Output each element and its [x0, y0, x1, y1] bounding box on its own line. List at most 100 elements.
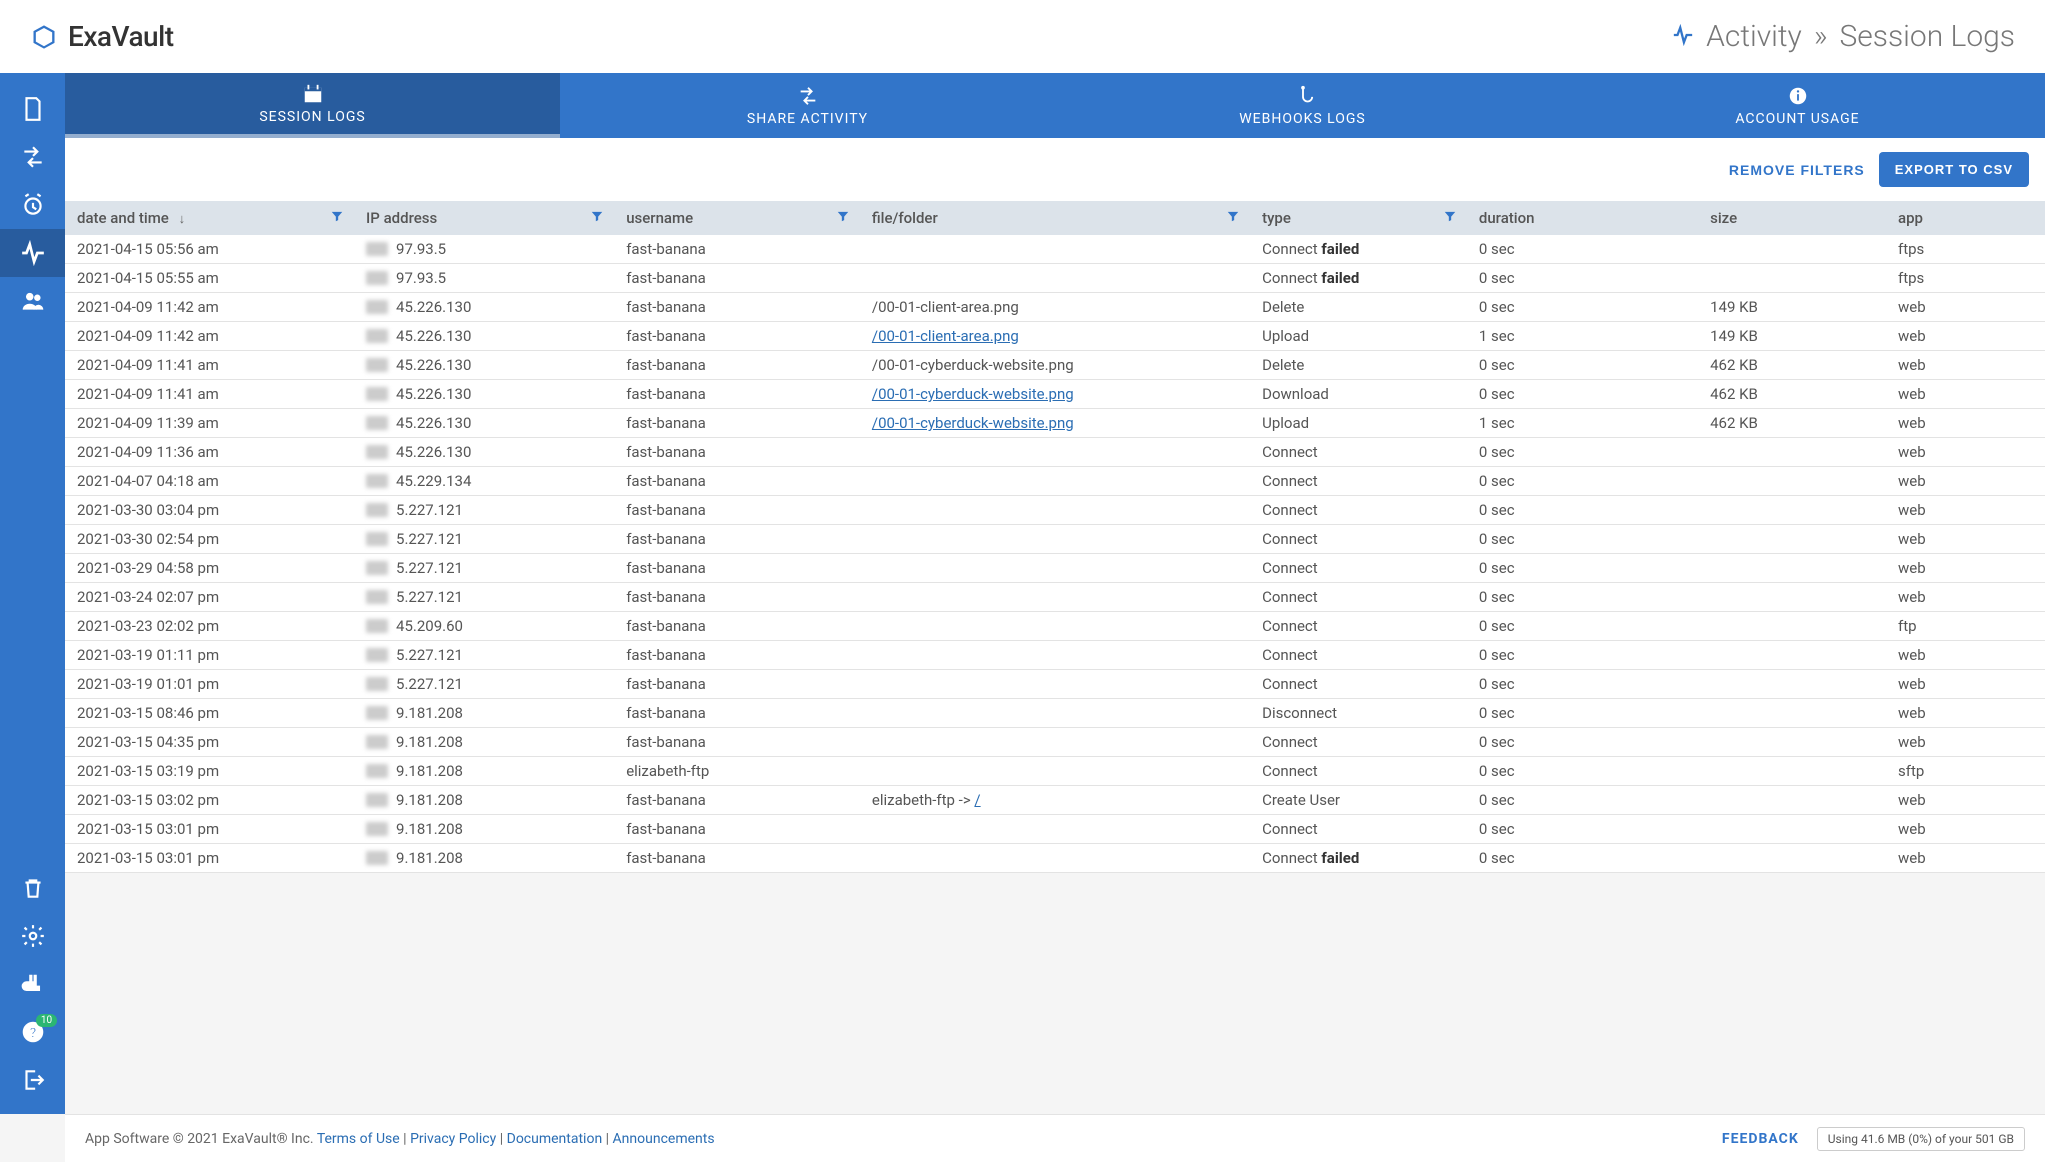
- table-row: 2021-03-15 03:01 pm9.181.208fast-bananaC…: [65, 815, 2045, 844]
- footer-right: FEEDBACK Using 41.6 MB (0%) of your 501 …: [1722, 1127, 2025, 1151]
- cell-file: /00-01-client-area.png: [860, 322, 1250, 351]
- nav-help[interactable]: 10 ?: [0, 1008, 65, 1056]
- table-row: 2021-04-07 04:18 am45.229.134fast-banana…: [65, 467, 2045, 496]
- sidebar: 10 ?: [0, 73, 65, 1114]
- cell-date: 2021-03-29 04:58 pm: [65, 554, 354, 583]
- ip-flag-icon: [366, 358, 388, 372]
- filter-icon[interactable]: [330, 209, 344, 227]
- nav-users[interactable]: [0, 277, 65, 325]
- nav-trash[interactable]: [0, 864, 65, 912]
- sort-desc-icon: ↓: [179, 212, 186, 227]
- cell-duration: 0 sec: [1467, 815, 1698, 844]
- cell-date: 2021-03-15 03:19 pm: [65, 757, 354, 786]
- col-app[interactable]: app: [1886, 201, 2045, 235]
- col-date[interactable]: date and time ↓: [65, 201, 354, 235]
- cell-username: fast-banana: [614, 293, 860, 322]
- cell-ip: 9.181.208: [354, 815, 614, 844]
- cell-username: fast-banana: [614, 409, 860, 438]
- ip-flag-icon: [366, 851, 388, 865]
- tab-account-usage[interactable]: ACCOUNT USAGE: [1550, 73, 2045, 138]
- cell-ip: 5.227.121: [354, 583, 614, 612]
- cell-username: fast-banana: [614, 467, 860, 496]
- cell-date: 2021-04-09 11:41 am: [65, 351, 354, 380]
- cell-username: fast-banana: [614, 699, 860, 728]
- filter-icon[interactable]: [590, 209, 604, 227]
- cell-date: 2021-03-15 04:35 pm: [65, 728, 354, 757]
- announcements-link[interactable]: Announcements: [613, 1131, 715, 1147]
- cell-app: web: [1886, 467, 2045, 496]
- cell-type: Connect: [1250, 554, 1467, 583]
- file-link[interactable]: /: [974, 791, 980, 809]
- cell-ip: 45.226.130: [354, 438, 614, 467]
- cell-app: web: [1886, 641, 2045, 670]
- cell-date: 2021-03-15 03:01 pm: [65, 815, 354, 844]
- cell-type: Upload: [1250, 409, 1467, 438]
- cell-file: [860, 525, 1250, 554]
- cell-type: Connect: [1250, 757, 1467, 786]
- nav-files[interactable]: [0, 85, 65, 133]
- cell-duration: 0 sec: [1467, 612, 1698, 641]
- cell-type: Connect: [1250, 583, 1467, 612]
- cell-ip: 9.181.208: [354, 699, 614, 728]
- logo[interactable]: ExaVault: [30, 20, 174, 53]
- footer: App Software © 2021 ExaVault® Inc. Terms…: [65, 1114, 2045, 1162]
- cell-username: fast-banana: [614, 728, 860, 757]
- terms-link[interactable]: Terms of Use: [317, 1131, 400, 1147]
- cell-app: web: [1886, 351, 2045, 380]
- col-type[interactable]: type: [1250, 201, 1467, 235]
- info-icon: [1787, 85, 1809, 107]
- privacy-link[interactable]: Privacy Policy: [410, 1131, 496, 1147]
- cell-date: 2021-03-30 02:54 pm: [65, 525, 354, 554]
- cell-size: [1698, 728, 1886, 757]
- cell-file: [860, 641, 1250, 670]
- cell-file: [860, 438, 1250, 467]
- cell-size: [1698, 235, 1886, 264]
- ip-flag-icon: [366, 706, 388, 720]
- nav-settings[interactable]: [0, 912, 65, 960]
- col-file[interactable]: file/folder: [860, 201, 1250, 235]
- file-link[interactable]: /00-01-client-area.png: [872, 327, 1019, 345]
- col-duration[interactable]: duration: [1467, 201, 1698, 235]
- cell-ip: 97.93.5: [354, 235, 614, 264]
- ip-flag-icon: [366, 619, 388, 633]
- docs-link[interactable]: Documentation: [507, 1131, 603, 1147]
- breadcrumb-activity: Activity: [1706, 19, 1802, 54]
- col-size[interactable]: size: [1698, 201, 1886, 235]
- filter-icon[interactable]: [1443, 209, 1457, 227]
- transfer-icon: [797, 85, 819, 107]
- cell-date: 2021-03-15 03:01 pm: [65, 844, 354, 873]
- cell-date: 2021-03-15 08:46 pm: [65, 699, 354, 728]
- hook-icon: [1292, 85, 1314, 107]
- nav-logout[interactable]: [0, 1056, 65, 1104]
- col-username[interactable]: username: [614, 201, 860, 235]
- cell-duration: 0 sec: [1467, 786, 1698, 815]
- filter-icon[interactable]: [836, 209, 850, 227]
- cell-date: 2021-03-30 03:04 pm: [65, 496, 354, 525]
- remove-filters-button[interactable]: REMOVE FILTERS: [1729, 162, 1865, 178]
- tab-session-logs[interactable]: SESSION LOGS: [65, 73, 560, 138]
- file-link[interactable]: /00-01-cyberduck-website.png: [872, 414, 1074, 432]
- storage-indicator: Using 41.6 MB (0%) of your 501 GB: [1817, 1127, 2025, 1151]
- cell-type: Connect failed: [1250, 235, 1467, 264]
- cell-size: 149 KB: [1698, 293, 1886, 322]
- activity-pulse-icon: [1672, 19, 1694, 54]
- tab-share-activity[interactable]: SHARE ACTIVITY: [560, 73, 1055, 138]
- cell-type: Connect: [1250, 728, 1467, 757]
- tab-webhooks-logs[interactable]: WEBHOOKS LOGS: [1055, 73, 1550, 138]
- breadcrumb: Activity » Session Logs: [1672, 19, 2015, 54]
- nav-transfers[interactable]: [0, 133, 65, 181]
- filter-icon[interactable]: [1226, 209, 1240, 227]
- nav-activity[interactable]: [0, 229, 65, 277]
- feedback-button[interactable]: FEEDBACK: [1722, 1131, 1799, 1147]
- cell-username: fast-banana: [614, 235, 860, 264]
- cell-type: Create User: [1250, 786, 1467, 815]
- export-csv-button[interactable]: EXPORT TO CSV: [1879, 152, 2029, 187]
- nav-alarms[interactable]: [0, 181, 65, 229]
- file-link[interactable]: /00-01-cyberduck-website.png: [872, 385, 1074, 403]
- cell-type: Connect: [1250, 496, 1467, 525]
- col-ip[interactable]: IP address: [354, 201, 614, 235]
- cell-app: web: [1886, 670, 2045, 699]
- nav-integrations[interactable]: [0, 960, 65, 1008]
- cell-file: [860, 612, 1250, 641]
- cell-file: [860, 699, 1250, 728]
